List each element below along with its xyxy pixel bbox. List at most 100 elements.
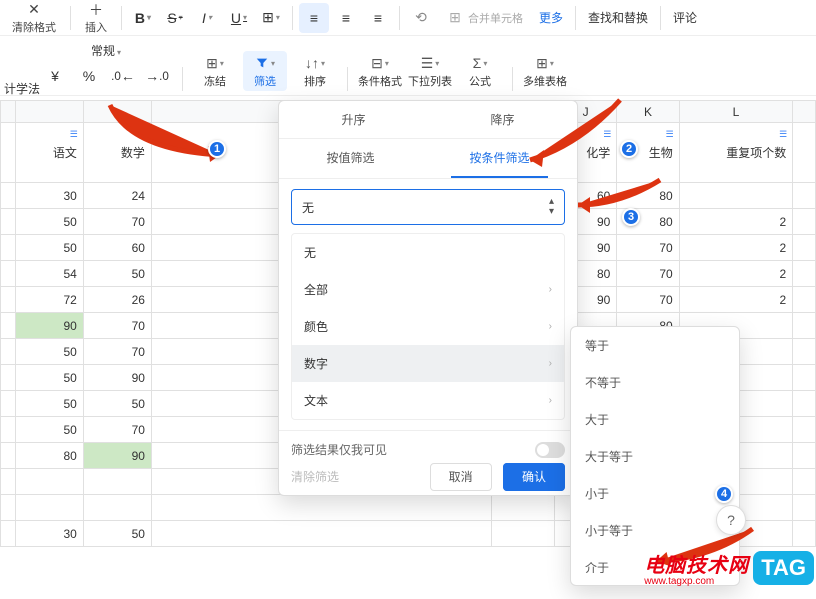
clear-format-button[interactable]: ✕ 清除格式 [4, 0, 64, 37]
cell[interactable]: 50 [15, 391, 83, 417]
condition-select[interactable]: 无 ▴▾ [291, 189, 565, 225]
cell[interactable] [151, 521, 492, 547]
filter-dropdown-icon[interactable]: ☰ [135, 127, 149, 141]
clear-filter-link[interactable]: 清除筛选 [291, 468, 339, 485]
cell[interactable] [793, 287, 816, 313]
freeze-button[interactable]: ⊞ 冻结 [193, 51, 237, 91]
cell[interactable] [492, 521, 554, 547]
sort-asc-tab[interactable]: 升序 [279, 101, 428, 138]
submenu-not-equals[interactable]: 不等于 [571, 364, 739, 401]
cell[interactable]: 80 [15, 443, 83, 469]
merge-cells-button[interactable]: ⊞ 合并单元格 [438, 7, 531, 29]
option-text[interactable]: 文本› [292, 382, 564, 419]
dropdown-list-button[interactable]: ☰ 下拉列表 [408, 51, 452, 91]
col-header-chinese[interactable]: 语文☰ [15, 123, 83, 183]
formula-button[interactable]: Σ 公式 [458, 51, 502, 91]
cell[interactable]: 90 [83, 443, 151, 469]
option-color[interactable]: 颜色› [292, 308, 564, 345]
cell[interactable] [1, 521, 16, 547]
number-format-select[interactable]: 常规 [85, 40, 127, 61]
cell[interactable]: 50 [15, 339, 83, 365]
cell[interactable] [1, 287, 16, 313]
col-header-duplicates[interactable]: 重复项个数☰ [679, 123, 793, 183]
cell[interactable] [15, 495, 83, 521]
cell[interactable]: 54 [15, 261, 83, 287]
option-none[interactable]: 无 [292, 234, 564, 271]
col-letter[interactable]: L [679, 101, 793, 123]
cell[interactable] [793, 313, 816, 339]
cell[interactable]: 2 [679, 287, 793, 313]
cell[interactable] [793, 209, 816, 235]
cell[interactable] [793, 339, 816, 365]
cell[interactable] [492, 495, 554, 521]
cancel-button[interactable]: 取消 [430, 463, 492, 491]
find-replace-button[interactable]: 查找和替换 [582, 9, 654, 26]
cell[interactable]: 50 [15, 417, 83, 443]
cell[interactable] [793, 235, 816, 261]
insert-button[interactable]: ＋ 插入 [77, 0, 115, 37]
cell[interactable]: 50 [15, 365, 83, 391]
col-header-math[interactable]: 数学☰ [83, 123, 151, 183]
cell[interactable] [1, 365, 16, 391]
cell[interactable]: 2 [679, 209, 793, 235]
cell[interactable]: 72 [15, 287, 83, 313]
filter-by-value-tab[interactable]: 按值筛选 [308, 139, 392, 178]
option-all[interactable]: 全部› [292, 271, 564, 308]
cell[interactable]: 70 [617, 287, 679, 313]
border-button[interactable]: ⊞ [256, 3, 286, 33]
submenu-greater-equal[interactable]: 大于等于 [571, 438, 739, 475]
cell[interactable] [1, 261, 16, 287]
align-left-button[interactable]: ≡ [299, 3, 329, 33]
submenu-less-than[interactable]: 小于 [571, 475, 739, 512]
cell[interactable] [793, 391, 816, 417]
cell[interactable] [793, 183, 816, 209]
cell[interactable] [1, 339, 16, 365]
currency-button[interactable]: ¥ [40, 61, 70, 91]
cell[interactable]: 70 [83, 417, 151, 443]
sort-desc-tab[interactable]: 降序 [428, 101, 577, 138]
cell[interactable] [793, 495, 816, 521]
cell[interactable]: 50 [15, 235, 83, 261]
cell[interactable]: 70 [83, 313, 151, 339]
cell[interactable] [1, 495, 16, 521]
cell[interactable] [15, 469, 83, 495]
multi-table-button[interactable]: ⊞ 多维表格 [523, 51, 567, 91]
cell[interactable]: 50 [83, 391, 151, 417]
cell[interactable]: 90 [15, 313, 83, 339]
cell[interactable] [1, 417, 16, 443]
cell[interactable] [1, 183, 16, 209]
cell[interactable]: 26 [83, 287, 151, 313]
cell[interactable]: 80 [617, 183, 679, 209]
cell[interactable]: 50 [15, 209, 83, 235]
cell[interactable] [151, 495, 492, 521]
filter-dropdown-icon[interactable]: ☰ [600, 127, 614, 141]
underline-button[interactable]: U [224, 3, 254, 33]
cell[interactable] [1, 235, 16, 261]
italic-button[interactable]: I [192, 3, 222, 33]
col-letter[interactable]: K [617, 101, 679, 123]
bold-button[interactable]: B [128, 3, 158, 33]
wrap-icon[interactable]: ⟲ [406, 3, 436, 33]
cell[interactable] [793, 417, 816, 443]
increase-decimal-button[interactable]: →.0 [142, 61, 172, 91]
cell[interactable] [1, 443, 16, 469]
cell[interactable] [1, 391, 16, 417]
decrease-decimal-button[interactable]: .0← [108, 61, 138, 91]
cell[interactable] [793, 521, 816, 547]
cell[interactable] [793, 443, 816, 469]
align-right-button[interactable]: ≡ [363, 3, 393, 33]
submenu-greater-than[interactable]: 大于 [571, 401, 739, 438]
cell[interactable]: 60 [83, 235, 151, 261]
cell[interactable]: 90 [83, 365, 151, 391]
filter-dropdown-icon[interactable]: ☰ [776, 127, 790, 141]
cell[interactable]: 2 [679, 235, 793, 261]
cell[interactable] [83, 495, 151, 521]
cell[interactable] [793, 365, 816, 391]
conditional-format-button[interactable]: ⊟ 条件格式 [358, 51, 402, 91]
option-number[interactable]: 数字› [292, 345, 564, 382]
comment-button[interactable]: 评论 [667, 9, 703, 26]
cell[interactable]: 70 [83, 209, 151, 235]
cell[interactable] [1, 469, 16, 495]
cell[interactable]: 30 [15, 183, 83, 209]
cell[interactable]: 2 [679, 261, 793, 287]
